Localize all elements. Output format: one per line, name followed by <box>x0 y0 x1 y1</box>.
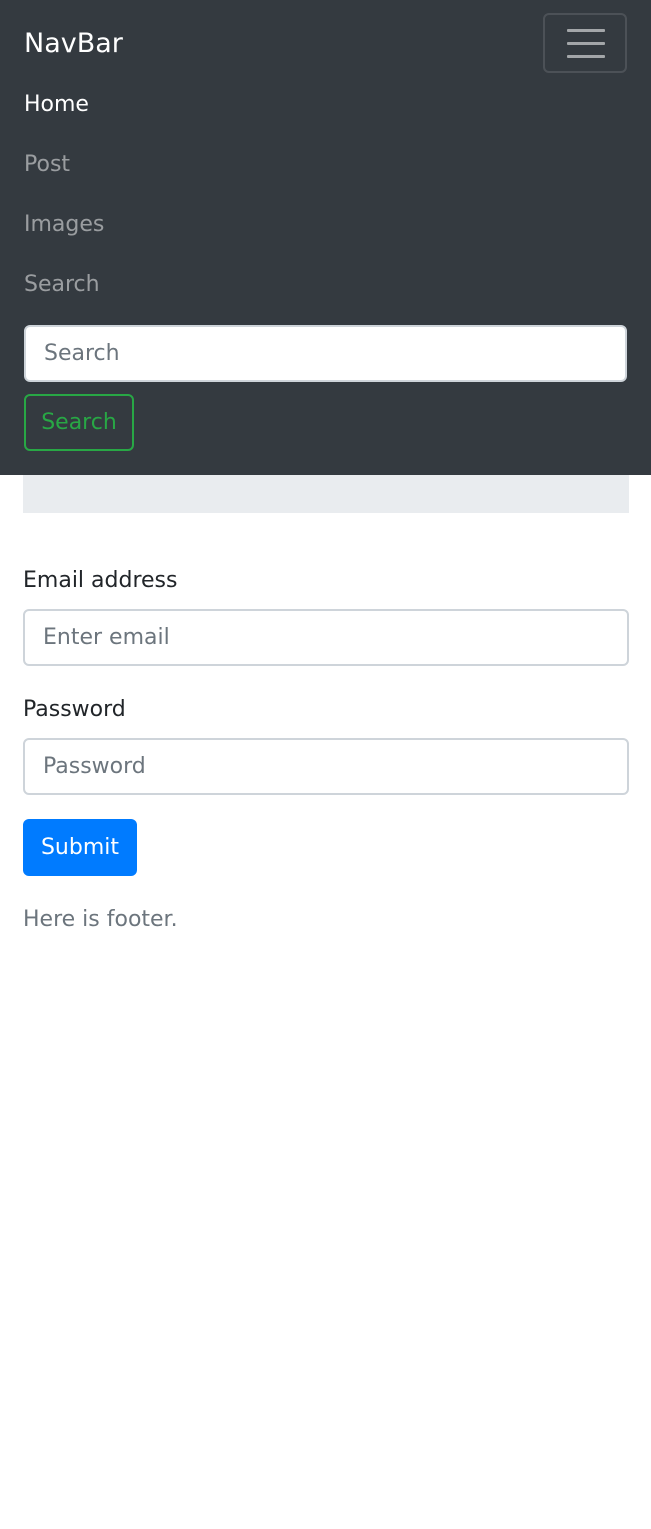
hamburger-menu-icon-bar <box>567 55 605 58</box>
nav-link-post[interactable]: Post <box>24 150 70 180</box>
email-label: Email address <box>23 568 178 593</box>
nav-link-search[interactable]: Search <box>24 270 100 300</box>
nav-link-home[interactable]: Home <box>24 90 89 120</box>
navbar-search-input[interactable] <box>24 325 627 382</box>
jumbotron <box>23 475 629 513</box>
navbar-brand[interactable]: NavBar <box>24 24 123 64</box>
navbar-toggler-button[interactable] <box>543 13 627 73</box>
email-field[interactable] <box>23 609 629 666</box>
password-field[interactable] <box>23 738 629 795</box>
password-label: Password <box>23 697 126 722</box>
hamburger-menu-icon <box>567 29 605 32</box>
nav-link-images[interactable]: Images <box>24 210 104 240</box>
hamburger-menu-icon-bar <box>567 42 605 45</box>
navbar: NavBar Home Post Images Search Search <box>0 0 651 475</box>
footer-text: Here is footer. <box>23 907 178 932</box>
submit-button[interactable]: Submit <box>23 819 137 876</box>
navbar-search-button[interactable]: Search <box>24 394 134 451</box>
